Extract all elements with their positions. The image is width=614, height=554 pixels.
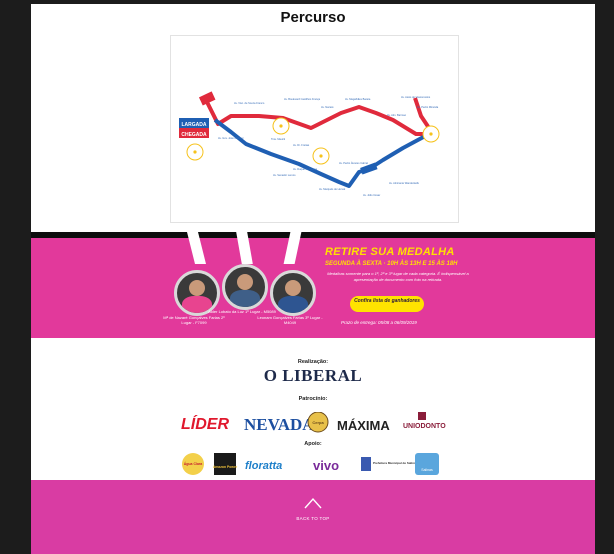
page: Percurso LARGADA CHEGADA Av. Visc. de So… — [31, 4, 595, 554]
start-label: LARGADA — [182, 122, 207, 128]
lider-logo: LÍDER — [181, 414, 229, 433]
athlete-caption-2: Alder Lobato da Luz 1º Lugar - M5089 — [208, 309, 276, 314]
athlete-caption-1: Mª de Nazaré Gonçalves Farias 2º Lugar -… — [163, 315, 225, 325]
svg-text:Av. Pedro Miranda: Av. Pedro Miranda — [417, 105, 439, 109]
route-map: LARGADA CHEGADA Av. Visc. de Souza Franc… — [170, 35, 459, 223]
finish-label: CHEGADA — [181, 132, 207, 138]
svg-text:Av. Alm. Barroso: Av. Alm. Barroso — [387, 113, 407, 117]
svg-text:Av. Marquês de Herval: Av. Marquês de Herval — [319, 187, 346, 191]
medal-schedule: SEGUNDA À SEXTA · 10H ÀS 13H E 15 ÀS 18H — [325, 261, 458, 267]
amazon-power-logo: Amazon Power — [213, 453, 238, 475]
route-map-graphic: LARGADA CHEGADA Av. Visc. de Souza Franc… — [179, 91, 440, 197]
nevada-logo: NEVADA — [244, 415, 315, 434]
uniodonto-logo: UNIODONTO — [403, 412, 446, 430]
svg-text:UNIODONTO: UNIODONTO — [403, 423, 446, 430]
banner-top-strip — [31, 232, 595, 238]
cerpa-logo: Cerpa — [307, 412, 329, 433]
svg-text:Av. Gov. José Malcher: Av. Gov. José Malcher — [218, 136, 244, 140]
oliberal-logo: O LIBERAL — [263, 366, 363, 385]
svg-text:Av. Pedro Álvares Cabral: Av. Pedro Álvares Cabral — [339, 161, 368, 165]
athlete-photo-2 — [222, 264, 268, 310]
svg-text:Av. Almirante Wandenkolk: Av. Almirante Wandenkolk — [389, 181, 420, 185]
svg-text:Av. Júlio César: Av. Júlio César — [363, 193, 380, 197]
chevron-up-icon[interactable] — [304, 497, 322, 509]
svg-text:Av. Dr. Freitas: Av. Dr. Freitas — [293, 143, 310, 147]
water-station-4 — [186, 143, 204, 161]
patrocinio-logos: LÍDER NEVADA Cerpa MÁXIMA UNIODONTO — [181, 412, 446, 434]
agua-clara-logo: Água Clara — [182, 453, 204, 475]
back-to-top-link[interactable]: BACK TO TOP — [31, 516, 595, 521]
svg-text:Av. Visc. de Souza Franco: Av. Visc. de Souza Franco — [234, 101, 265, 105]
salinas-logo: Salinas — [415, 453, 439, 475]
medal-title: RETIRE SUA MEDALHA — [325, 246, 455, 258]
svg-text:Av. Assis de Vasconcelos: Av. Assis de Vasconcelos — [401, 95, 431, 99]
water-station-3 — [312, 147, 330, 165]
svg-text:Água Clara: Água Clara — [184, 461, 203, 466]
svg-text:Trav. Mauriti: Trav. Mauriti — [271, 137, 286, 141]
svg-text:Cerpa: Cerpa — [312, 420, 324, 425]
svg-text:Salinas: Salinas — [421, 468, 433, 472]
apoio-label: Apoio: — [304, 441, 322, 447]
svg-text:Av. Duque de Caxias: Av. Duque de Caxias — [293, 167, 318, 171]
floratta-logo: floratta — [245, 460, 282, 472]
patrocinio-label: Patrocínio: — [298, 396, 328, 402]
svg-text:Av. Nazaré: Av. Nazaré — [321, 105, 334, 109]
water-station-1 — [272, 117, 290, 135]
footer: BACK TO TOP — [31, 480, 595, 554]
winners-list-button[interactable]: Confira lista de ganhadores — [350, 296, 424, 312]
medal-info: Medalhas somente para o 1º, 2º e 3º luga… — [327, 271, 469, 282]
maxima-logo: MÁXIMA — [337, 418, 390, 433]
svg-text:Av. Senador Lemos: Av. Senador Lemos — [273, 173, 296, 177]
sponsors-section: Realização: O LIBERAL Patrocínio: LÍDER … — [31, 338, 595, 480]
start-arrow — [198, 91, 216, 106]
section-title: Percurso — [280, 9, 346, 26]
svg-text:Amazon Power: Amazon Power — [213, 465, 238, 469]
vivo-logo: vivo — [313, 458, 339, 473]
svg-text:Av. Magalhães Barata: Av. Magalhães Barata — [345, 97, 371, 101]
athlete-caption-3: Leonam Gonçalves Farias 3º Lugar - M4049 — [257, 315, 323, 325]
medal-banner: Mª de Nazaré Gonçalves Farias 2º Lugar -… — [31, 232, 595, 338]
water-station-2 — [422, 125, 440, 143]
medal-deadline: Prazo de entrega: 05/08 a 06/09/2019 — [341, 320, 417, 325]
prefeitura-logo: Prefeitura Municipal de Salinópolis — [361, 457, 423, 471]
apoio-logos: Água Clara Amazon Power floratta vivo Pr… — [182, 453, 439, 475]
realizacao-label: Realização: — [297, 359, 329, 365]
svg-text:Av. Boulevard Castilhos França: Av. Boulevard Castilhos França — [284, 97, 321, 101]
